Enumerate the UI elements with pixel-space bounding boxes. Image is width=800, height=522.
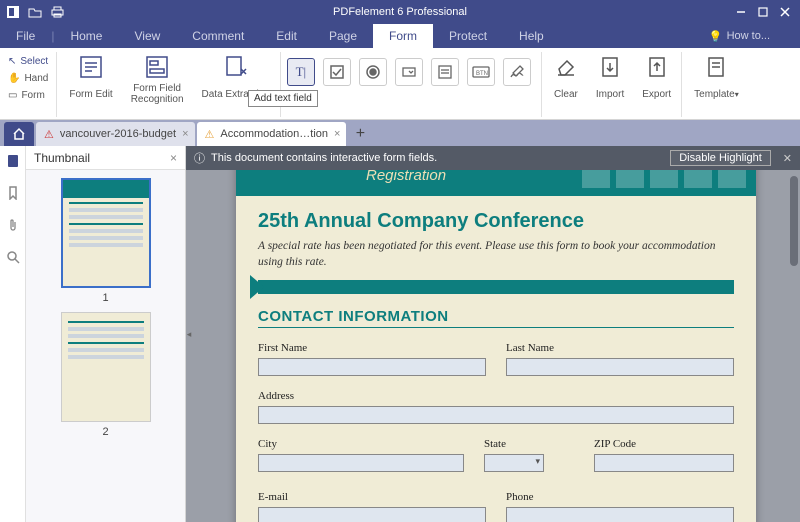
text-field-tool[interactable]: T| bbox=[287, 58, 315, 86]
close-button[interactable] bbox=[774, 3, 796, 21]
form-icon: ▭ bbox=[8, 90, 17, 101]
import-button[interactable]: Import bbox=[590, 52, 630, 117]
bookmark-panel-icon[interactable] bbox=[4, 184, 22, 202]
maximize-button[interactable] bbox=[752, 3, 774, 21]
label-last-name: Last Name bbox=[506, 342, 734, 354]
disable-highlight-button[interactable]: Disable Highlight bbox=[670, 150, 771, 166]
export-button[interactable]: Export bbox=[636, 52, 682, 117]
chevron-down-icon: ▾ bbox=[735, 89, 739, 100]
close-icon[interactable]: × bbox=[170, 151, 177, 165]
tab-bar: ⚠ vancouver-2016-budget × ⚠ Accommodatio… bbox=[0, 120, 800, 146]
menu-form[interactable]: Form bbox=[373, 24, 433, 48]
form-tool[interactable]: ▭Form bbox=[8, 88, 48, 103]
cursor-icon: ↖ bbox=[8, 56, 16, 67]
tab-accommodation[interactable]: ⚠ Accommodation…tion × bbox=[197, 122, 347, 146]
bulb-icon: 💡 bbox=[709, 30, 723, 43]
home-tab[interactable] bbox=[4, 122, 34, 146]
pdf-page: Accommodation Registration 25th Annual C… bbox=[236, 146, 756, 522]
thumbnail-panel: Thumbnail × 1 2 bbox=[26, 146, 186, 522]
menu-home[interactable]: Home bbox=[54, 24, 118, 48]
checkbox-tool[interactable] bbox=[323, 58, 351, 86]
input-zip[interactable] bbox=[594, 454, 734, 472]
notification-text: This document contains interactive form … bbox=[211, 152, 437, 164]
input-first-name[interactable] bbox=[258, 358, 486, 376]
menu-protect[interactable]: Protect bbox=[433, 24, 503, 48]
form-field-recognition-button[interactable]: Form Field Recognition bbox=[125, 52, 190, 117]
menu-help[interactable]: Help bbox=[503, 24, 560, 48]
tooltip-add-text-field: Add text field bbox=[248, 90, 318, 107]
menu-comment[interactable]: Comment bbox=[176, 24, 260, 48]
app-title: PDFelement 6 Professional bbox=[70, 6, 730, 18]
page-subtitle: A special rate has been negotiated for t… bbox=[258, 239, 734, 270]
input-email[interactable] bbox=[258, 507, 486, 522]
pdf-icon: ⚠ bbox=[44, 128, 54, 141]
open-icon[interactable] bbox=[26, 3, 44, 21]
close-icon[interactable]: ✕ bbox=[783, 152, 792, 165]
scrollbar-thumb[interactable] bbox=[790, 176, 798, 266]
app-logo-icon bbox=[4, 3, 22, 21]
data-extraction-button[interactable]: Data Extraction bbox=[196, 52, 281, 117]
menu-page[interactable]: Page bbox=[313, 24, 373, 48]
pdf-icon: ⚠ bbox=[205, 128, 215, 141]
label-phone: Phone bbox=[506, 491, 734, 503]
thumbnail-title: Thumbnail bbox=[34, 151, 90, 165]
splitter-handle[interactable]: ◂ bbox=[186, 314, 193, 354]
search-panel-icon[interactable] bbox=[4, 248, 22, 266]
add-tab-button[interactable]: + bbox=[348, 122, 372, 146]
form-edit-button[interactable]: Form Edit bbox=[63, 52, 118, 117]
tab-vancouver-budget[interactable]: ⚠ vancouver-2016-budget × bbox=[36, 122, 195, 146]
thumbnail-page-2[interactable]: 2 bbox=[61, 312, 151, 438]
close-icon[interactable]: × bbox=[182, 128, 188, 140]
page-title: 25th Annual Company Conference bbox=[258, 210, 734, 233]
close-icon[interactable]: × bbox=[334, 128, 340, 140]
label-city: City bbox=[258, 438, 464, 450]
document-view[interactable]: ◂ ⓘ This document contains interactive f… bbox=[186, 146, 800, 522]
label-state: State bbox=[484, 438, 574, 450]
left-sidebar bbox=[0, 146, 26, 522]
ribbon: ↖Select ✋Hand ▭Form Form Edit Form Field… bbox=[0, 48, 800, 120]
clear-button[interactable]: Clear bbox=[548, 52, 584, 117]
hand-tool[interactable]: ✋Hand bbox=[8, 71, 48, 86]
menu-edit[interactable]: Edit bbox=[260, 24, 313, 48]
section-contact-info: CONTACT INFORMATION bbox=[258, 308, 734, 325]
listbox-tool[interactable] bbox=[431, 58, 459, 86]
thumbnail-page-1[interactable]: 1 bbox=[61, 178, 151, 304]
menu-view[interactable]: View bbox=[118, 24, 176, 48]
svg-text:BTN: BTN bbox=[476, 71, 488, 77]
thumbnail-panel-icon[interactable] bbox=[4, 152, 22, 170]
combobox-tool[interactable] bbox=[395, 58, 423, 86]
select-tool[interactable]: ↖Select bbox=[8, 54, 48, 69]
label-address: Address bbox=[258, 390, 734, 402]
menu-file[interactable]: File bbox=[0, 24, 51, 48]
input-last-name[interactable] bbox=[506, 358, 734, 376]
input-phone[interactable] bbox=[506, 507, 734, 522]
attachment-panel-icon[interactable] bbox=[4, 216, 22, 234]
label-first-name: First Name bbox=[258, 342, 486, 354]
input-address[interactable] bbox=[258, 406, 734, 424]
print-icon[interactable] bbox=[48, 3, 66, 21]
signature-tool[interactable] bbox=[503, 58, 531, 86]
label-email: E-mail bbox=[258, 491, 486, 503]
button-tool[interactable]: BTN bbox=[467, 58, 495, 86]
minimize-button[interactable] bbox=[730, 3, 752, 21]
label-zip: ZIP Code bbox=[594, 438, 734, 450]
menubar: File | Home View Comment Edit Page Form … bbox=[0, 24, 800, 48]
template-button[interactable]: Template ▾ bbox=[688, 52, 745, 117]
notification-bar: ⓘ This document contains interactive for… bbox=[186, 146, 800, 170]
radio-tool[interactable] bbox=[359, 58, 387, 86]
hand-icon: ✋ bbox=[8, 73, 20, 84]
input-city[interactable] bbox=[258, 454, 464, 472]
divider-tag bbox=[258, 280, 734, 294]
input-state[interactable]: ▾ bbox=[484, 454, 544, 472]
howto-link[interactable]: 💡 How to... bbox=[709, 30, 800, 43]
info-icon: ⓘ bbox=[194, 150, 205, 166]
